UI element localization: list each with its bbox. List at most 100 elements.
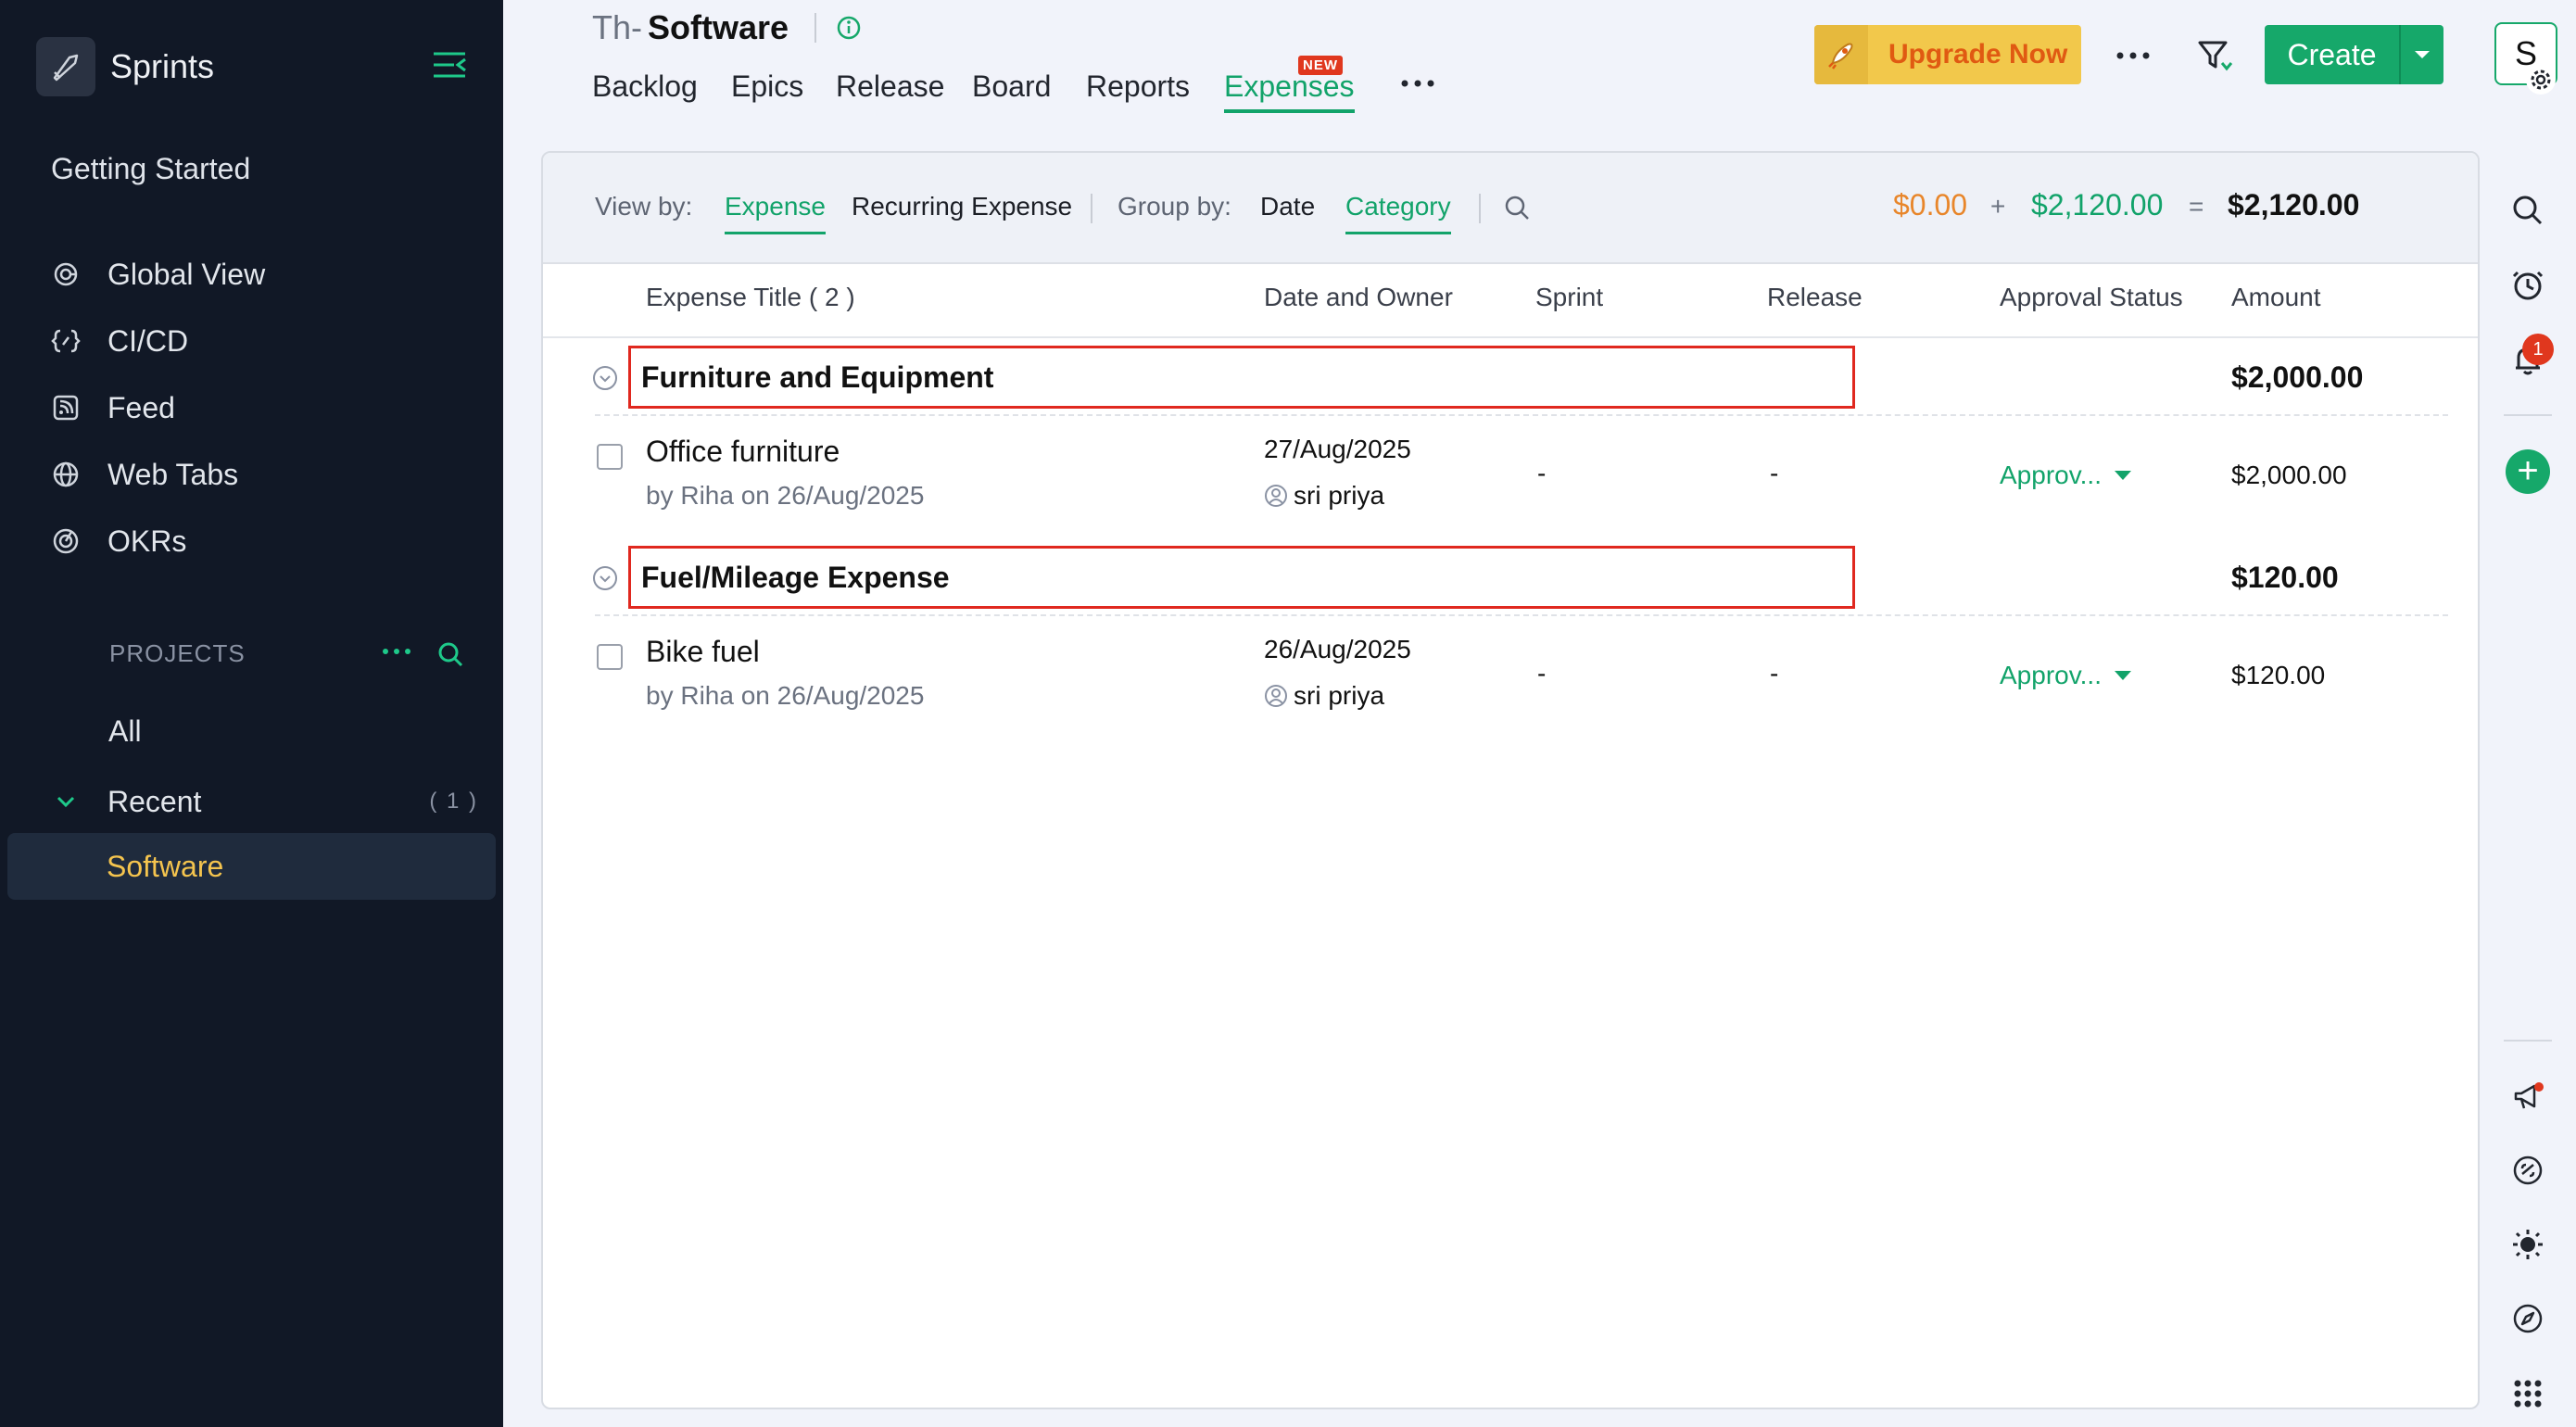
col-date-owner[interactable]: Date and Owner <box>1264 283 1453 312</box>
view-recurring-option[interactable]: Recurring Expense <box>852 190 1072 227</box>
integration-icon[interactable] <box>2509 1152 2546 1189</box>
upgrade-now-button[interactable]: Upgrade Now <box>1814 25 2081 84</box>
more-options-icon[interactable] <box>2113 44 2153 67</box>
timer-icon[interactable] <box>2509 266 2546 303</box>
group-title: Fuel/Mileage Expense <box>641 561 950 594</box>
create-dropdown-icon[interactable] <box>2399 25 2443 84</box>
project-title: Th- Software <box>592 6 863 50</box>
tab-backlog[interactable]: Backlog <box>592 65 698 113</box>
rocket-icon <box>1814 25 1868 84</box>
expense-amount: $120.00 <box>2231 661 2326 689</box>
projects-search-icon[interactable] <box>436 639 465 669</box>
tab-reports[interactable]: Reports <box>1086 65 1190 113</box>
group-row: Furniture and Equipment $2,000.00 <box>543 342 2478 410</box>
notification-count-badge: 1 <box>2522 334 2554 365</box>
group-date-option[interactable]: Date <box>1260 190 1315 227</box>
nav-feed[interactable]: Feed <box>50 385 175 431</box>
nav-label: OKRs <box>107 524 187 558</box>
group-row: Fuel/Mileage Expense $120.00 <box>543 542 2478 611</box>
user-icon <box>1264 684 1288 708</box>
announcement-icon[interactable] <box>2509 1078 2546 1115</box>
info-icon[interactable] <box>835 14 863 42</box>
expenses-panel: View by: Expense Recurring Expense Group… <box>541 151 2480 1409</box>
expense-date: 26/Aug/2025 <box>1264 635 1411 663</box>
col-release[interactable]: Release <box>1767 283 1863 312</box>
view-by-label: View by: <box>595 192 693 221</box>
col-expense-title[interactable]: Expense Title ( 2 ) <box>646 283 855 312</box>
sprints-logo-icon <box>36 37 95 96</box>
group-category-option[interactable]: Category <box>1345 190 1451 234</box>
grand-total: $2,120.00 <box>2228 188 2360 221</box>
view-expense-option[interactable]: Expense <box>725 190 826 234</box>
project-item-software[interactable]: Software <box>7 833 496 900</box>
nav-label: Web Tabs <box>107 457 239 491</box>
projects-heading: PROJECTS <box>109 639 246 667</box>
apps-grid-icon[interactable] <box>2509 1375 2546 1412</box>
compass-icon[interactable] <box>2509 1300 2546 1337</box>
feed-icon <box>50 392 82 423</box>
expense-release: - <box>1770 659 1779 688</box>
row-checkbox[interactable] <box>597 644 623 670</box>
tab-release[interactable]: Release <box>836 65 944 113</box>
row-checkbox[interactable] <box>597 444 623 470</box>
getting-started-link[interactable]: Getting Started <box>51 152 250 186</box>
settings-gear-icon[interactable] <box>2526 65 2556 95</box>
caret-down-icon <box>2114 671 2131 680</box>
search-icon[interactable] <box>1503 194 1533 223</box>
user-icon <box>1264 484 1288 508</box>
global-view-icon <box>50 259 82 290</box>
col-approval-status[interactable]: Approval Status <box>2000 283 2183 312</box>
pending-total: $0.00 <box>1893 188 1968 221</box>
rail-divider <box>2504 414 2552 416</box>
table-row[interactable]: Bike fuel by Riha on 26/Aug/2025 26/Aug/… <box>543 625 2478 737</box>
nav-web-tabs[interactable]: Web Tabs <box>50 451 238 498</box>
nav-cicd[interactable]: CI/CD <box>50 318 188 364</box>
project-label: Software <box>107 850 224 883</box>
approval-status-dropdown[interactable]: Approv... <box>2000 661 2131 690</box>
nav-global-view[interactable]: Global View <box>50 251 265 297</box>
approved-total: $2,120.00 <box>2031 188 2164 221</box>
create-button[interactable]: Create <box>2265 25 2443 84</box>
header-divider <box>543 336 2478 338</box>
projects-all-link[interactable]: All <box>108 714 142 749</box>
caret-down-icon <box>2114 471 2131 480</box>
collapse-group-icon[interactable] <box>591 364 619 392</box>
divider <box>595 414 2448 416</box>
table-row[interactable]: Office furniture by Riha on 26/Aug/2025 … <box>543 425 2478 537</box>
owner-name: sri priya <box>1294 681 1385 710</box>
global-search-icon[interactable] <box>2509 192 2546 229</box>
expense-title[interactable]: Bike fuel <box>646 635 760 669</box>
projects-recent-toggle[interactable]: Recent ( 1 ) <box>52 778 478 825</box>
group-by-label: Group by: <box>1118 192 1231 221</box>
group-title: Furniture and Equipment <box>641 360 994 394</box>
brand[interactable]: Sprints <box>36 37 214 96</box>
group-amount: $120.00 <box>2231 561 2339 594</box>
expense-title[interactable]: Office furniture <box>646 435 840 469</box>
tab-epics[interactable]: Epics <box>731 65 803 113</box>
nav-okrs[interactable]: OKRs <box>50 518 186 564</box>
status-label: Approv... <box>2000 661 2102 689</box>
expense-release: - <box>1770 459 1779 487</box>
filter-icon[interactable] <box>2194 35 2235 76</box>
expense-owner: sri priya <box>1264 681 1384 711</box>
col-sprint[interactable]: Sprint <box>1535 283 1603 312</box>
rail-divider <box>2504 1040 2552 1042</box>
more-tabs-icon[interactable] <box>1399 72 1436 95</box>
chevron-down-icon <box>52 788 80 815</box>
approval-status-dropdown[interactable]: Approv... <box>2000 461 2131 490</box>
col-amount[interactable]: Amount <box>2231 283 2321 312</box>
expense-created-by: by Riha on 26/Aug/2025 <box>646 681 925 710</box>
sidebar: Sprints Getting Started Global View CI/C… <box>0 0 503 1427</box>
projects-more-icon[interactable] <box>380 638 413 665</box>
recent-label: Recent <box>107 784 202 818</box>
owner-name: sri priya <box>1294 481 1385 510</box>
divider <box>1091 194 1092 223</box>
collapse-sidebar-icon[interactable] <box>430 46 469 85</box>
add-icon[interactable]: + <box>2506 449 2550 494</box>
divider <box>595 614 2448 616</box>
tab-board[interactable]: Board <box>972 65 1051 113</box>
project-name: Software <box>648 8 789 46</box>
recent-count: ( 1 ) <box>429 789 478 814</box>
collapse-group-icon[interactable] <box>591 564 619 592</box>
theme-sun-icon[interactable] <box>2509 1226 2546 1263</box>
